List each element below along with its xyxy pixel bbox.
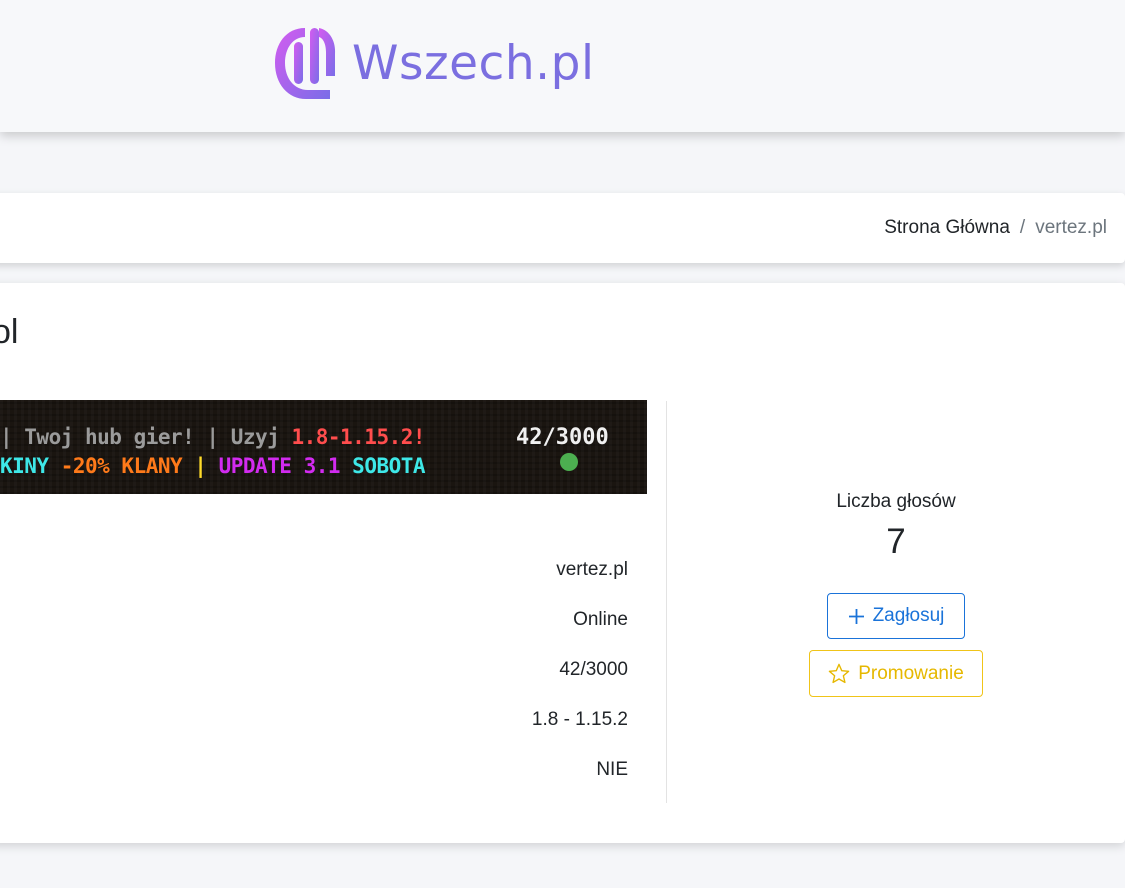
promote-button-label: Promowanie (858, 662, 964, 684)
promote-button[interactable]: Promowanie (809, 650, 983, 697)
info-premium: NIE (596, 759, 628, 780)
logo-text: Wszech.pl (352, 35, 595, 91)
breadcrumb-card: Strona Główna / vertez.pl (0, 193, 1125, 263)
vote-button-label: Zagłosuj (872, 605, 945, 626)
breadcrumb-current: vertez.pl (1035, 217, 1107, 238)
site-header: Wszech.pl (0, 0, 1125, 132)
breadcrumb: Strona Główna / vertez.pl (884, 217, 1107, 239)
plus-icon (848, 608, 864, 624)
star-icon (828, 663, 850, 684)
server-title: ol (0, 313, 19, 351)
motd-line-1: | Twoj hub gier! | Uzyj 1.8-1.15.2! (0, 425, 426, 449)
banner-player-count: 42/3000 (516, 425, 609, 450)
online-status-dot (560, 453, 578, 471)
motd-segment: KINY (0, 454, 61, 478)
breadcrumb-home-link[interactable]: Strona Główna (884, 217, 1010, 239)
motd-segment: | (194, 454, 219, 478)
breadcrumb-separator: / (1019, 217, 1026, 238)
votes-count: 7 (886, 522, 906, 561)
motd-segment: | Twoj hub gier! | Uzyj (0, 425, 292, 449)
info-status: Online (573, 609, 628, 630)
column-divider (666, 401, 667, 803)
info-version: 1.8 - 1.15.2 (531, 709, 628, 730)
votes-label: Liczba głosów (836, 491, 956, 512)
server-banner: | Twoj hub gier! | Uzyj 1.8-1.15.2! KINY… (0, 400, 647, 494)
site-logo[interactable]: Wszech.pl (272, 24, 595, 102)
motd-segment: UPDATE 3.1 (218, 454, 353, 478)
vote-button[interactable]: Zagłosuj (827, 593, 965, 639)
info-players: 42/3000 (559, 659, 628, 680)
motd-line-2: KINY -20% KLANY | UPDATE 3.1 SOBOTA (0, 454, 426, 478)
info-address: vertez.pl (556, 559, 628, 580)
motd-segment: 1.8-1.15.2! (291, 425, 426, 449)
logo-mark-icon (275, 28, 336, 99)
motd-segment: SOBOTA (352, 454, 426, 478)
motd-segment: -20% KLANY (60, 454, 195, 478)
